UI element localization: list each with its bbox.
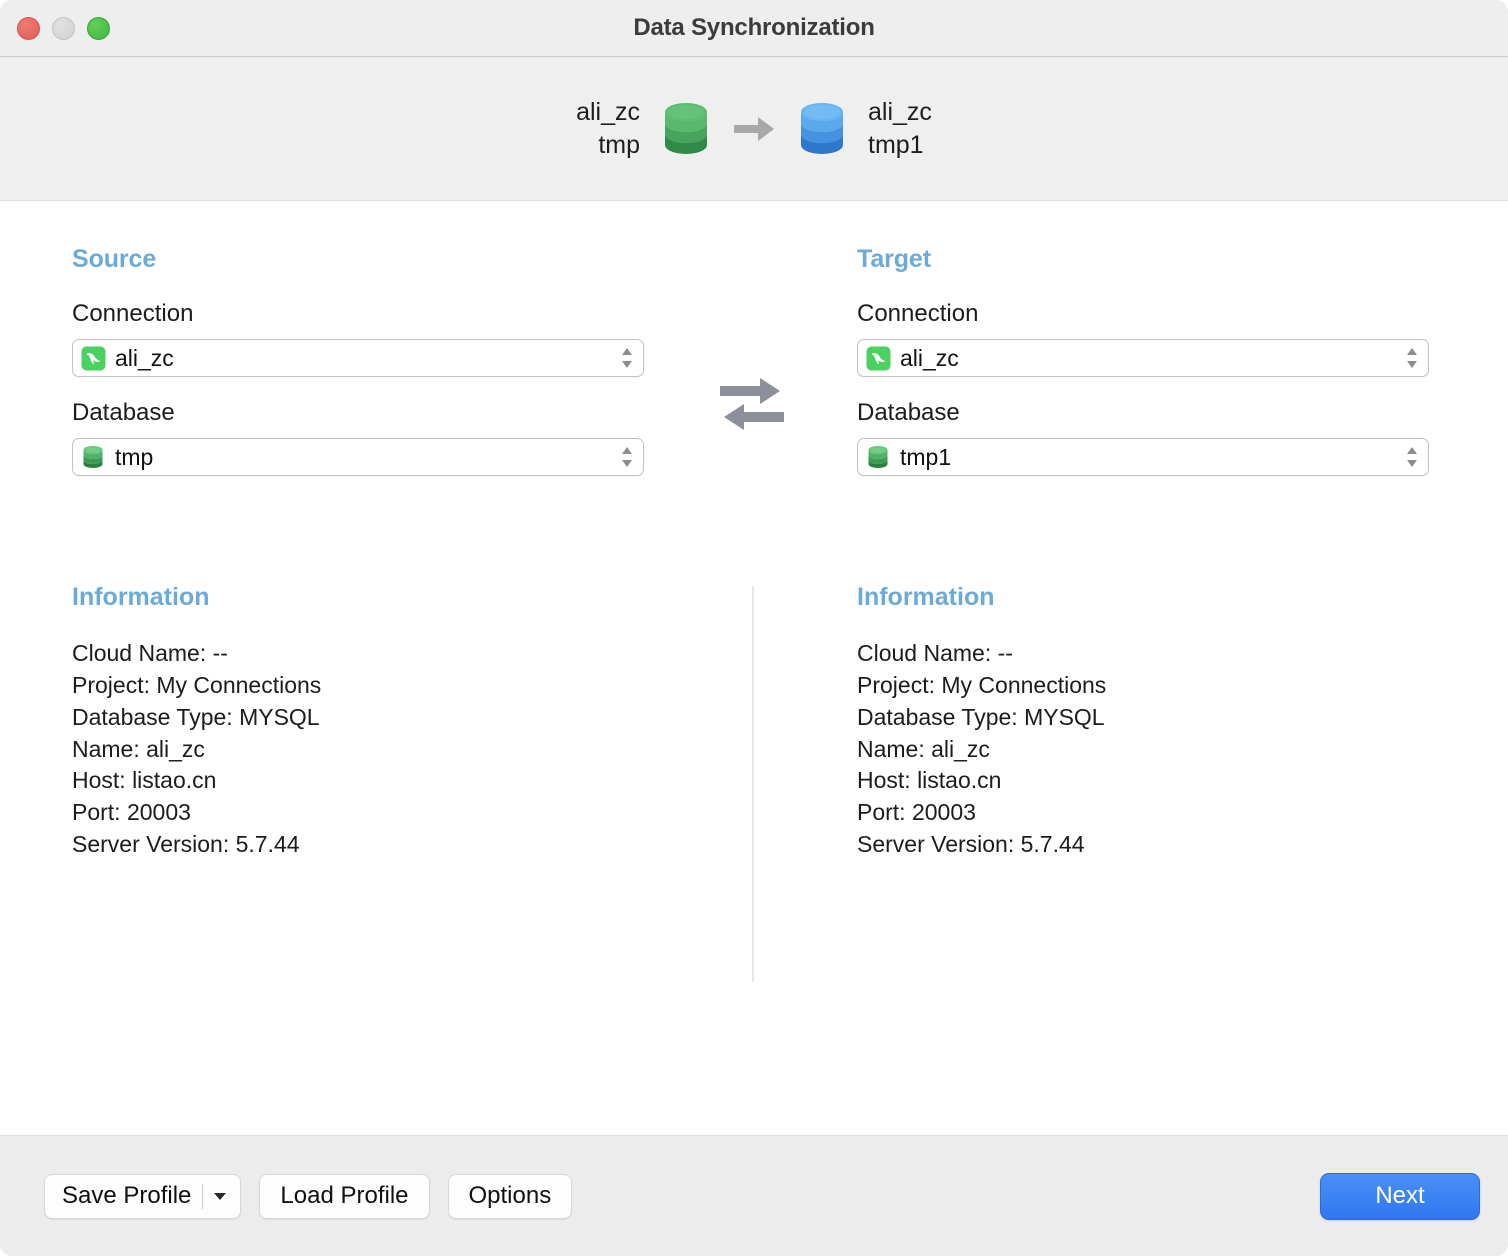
source-panel: Source Connection ali_zc Database tmp [72,245,644,476]
information-row: Information Cloud Name: -- Project: My C… [0,583,1508,982]
target-database-label: Database [857,399,960,426]
load-profile-button[interactable]: Load Profile [259,1173,430,1219]
source-connection-select[interactable]: ali_zc [72,339,644,377]
info-line: Port: 20003 [857,799,976,826]
target-panel: Target Connection ali_zc Database tmp1 [857,245,1429,476]
info-line: Cloud Name: -- [72,640,228,666]
source-information-list: Cloud Name: -- Project: My Connections D… [72,638,644,861]
swap-arrows-icon[interactable] [716,373,788,435]
info-line: Server Version: 5.7.44 [72,831,300,858]
info-line: Host: listao.cn [857,767,1002,794]
info-line: Database Type: MYSQL [72,703,320,730]
chevron-up-down-icon[interactable] [1402,343,1422,373]
target-connection-value: ali_zc [900,344,959,371]
bottom-toolbar: Save Profile Load Profile Options Next [0,1135,1508,1256]
load-profile-label: Load Profile [280,1182,409,1209]
next-label: Next [1375,1182,1425,1209]
toolbar-left-group: Save Profile Load Profile Options [44,1173,573,1219]
info-line: Project: My Connections [857,671,1107,698]
mysql-dolphin-icon [80,345,106,371]
data-synchronization-window: Data Synchronization ali_zc tmp ali_zc t… [0,0,1508,1256]
info-line: Name: ali_zc [72,735,205,762]
flow-source-database: tmp [598,130,640,159]
mysql-dolphin-icon [865,345,891,371]
target-database-value: tmp1 [900,443,952,470]
target-information-panel: Information Cloud Name: -- Project: My C… [857,583,1429,861]
options-button[interactable]: Options [447,1173,573,1219]
source-information-panel: Information Cloud Name: -- Project: My C… [72,583,644,861]
source-connection-value: ali_zc [115,344,174,371]
chevron-up-down-icon[interactable] [1402,442,1422,472]
flow-target-connection: ali_zc [868,97,932,126]
flow-container: ali_zc tmp ali_zc tmp1 [576,96,932,162]
page-title: Data Synchronization [633,14,875,41]
info-line: Database Type: MYSQL [857,703,1105,730]
target-connection-label: Connection [857,300,979,327]
source-heading: Source [72,245,157,273]
flow-target-labels: ali_zc tmp1 [868,96,932,162]
info-line: Port: 20003 [72,799,191,826]
database-cylinder-blue-icon [798,101,846,157]
source-database-select[interactable]: tmp [72,438,644,476]
database-cylinder-green-icon [662,101,710,157]
next-button[interactable]: Next [1320,1172,1480,1220]
info-line: Name: ali_zc [857,735,990,762]
info-line: Host: listao.cn [72,767,217,794]
info-line: Server Version: 5.7.44 [857,831,1085,858]
sync-flow-summary: ali_zc tmp ali_zc tmp1 [0,57,1508,201]
save-profile-dropdown-toggle[interactable] [203,1175,240,1218]
target-heading: Target [857,245,931,273]
target-information-list: Cloud Name: -- Project: My Connections D… [857,638,1429,861]
target-database-select[interactable]: tmp1 [857,438,1429,476]
options-label: Options [468,1182,552,1209]
save-profile-button[interactable]: Save Profile [44,1173,242,1219]
chevron-down-icon [214,1192,227,1200]
source-information-heading: Information [72,583,210,611]
main-content: Source Connection ali_zc Database tmp Ta… [0,201,1508,1135]
flow-source-connection: ali_zc [576,97,640,126]
title-bar: Data Synchronization [0,0,1508,57]
connection-panels: Source Connection ali_zc Database tmp Ta… [0,201,1508,476]
source-database-label: Database [72,399,175,426]
save-profile-label: Save Profile [62,1182,192,1209]
database-cylinder-green-icon [80,444,106,470]
arrow-right-icon [732,114,776,144]
flow-target-database: tmp1 [868,130,924,159]
information-divider [752,586,754,982]
chevron-up-down-icon[interactable] [617,442,637,472]
source-connection-label: Connection [72,300,194,327]
info-line: Cloud Name: -- [857,640,1013,666]
target-information-heading: Information [857,583,995,611]
chevron-up-down-icon[interactable] [617,343,637,373]
target-connection-select[interactable]: ali_zc [857,339,1429,377]
flow-source-labels: ali_zc tmp [576,96,640,162]
database-cylinder-green-icon [865,444,891,470]
source-database-value: tmp [115,443,154,470]
info-line: Project: My Connections [72,671,322,698]
